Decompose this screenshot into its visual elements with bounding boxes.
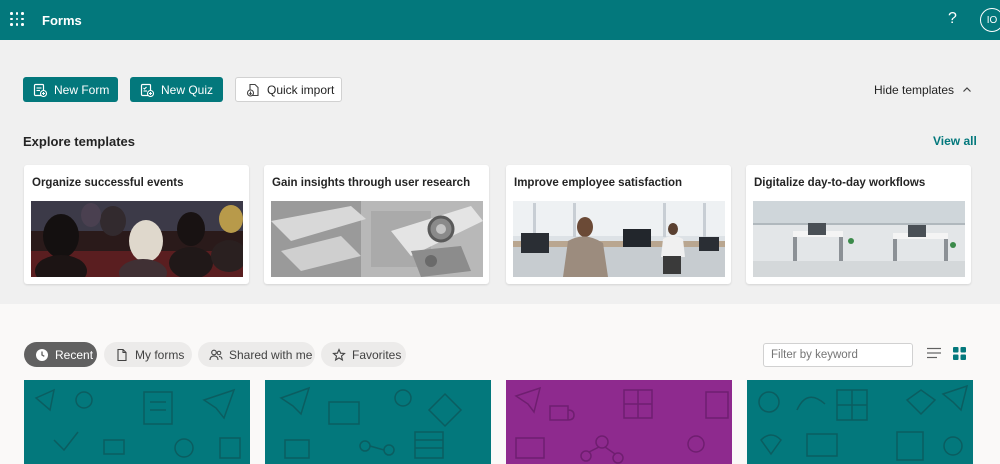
import-icon — [246, 83, 259, 97]
quick-import-button[interactable]: Quick import — [235, 77, 342, 102]
template-card-title: Gain insights through user research — [272, 177, 471, 189]
document-icon — [117, 348, 127, 361]
hide-templates-toggle[interactable]: Hide templates — [874, 83, 972, 97]
machine-parts-photo — [271, 201, 483, 277]
tab-label: Shared with me — [229, 347, 313, 362]
tab-favorites[interactable]: Favorites — [321, 342, 406, 367]
help-icon[interactable]: ? — [948, 10, 957, 28]
new-quiz-button[interactable]: New Quiz — [130, 77, 223, 102]
template-card[interactable]: Organize successful events — [24, 165, 249, 284]
app-launcher-icon[interactable] — [10, 12, 24, 26]
tab-recent[interactable]: Recent — [24, 342, 97, 367]
clock-icon — [36, 348, 48, 361]
tab-label: Favorites — [352, 347, 402, 362]
audience-photo — [31, 201, 243, 277]
list-view-icon[interactable] — [927, 347, 941, 359]
explore-templates-heading: Explore templates — [23, 134, 135, 149]
tab-my-forms[interactable]: My forms — [104, 342, 192, 367]
template-card[interactable]: Improve employee satisfaction — [506, 165, 731, 284]
grid-view-icon[interactable] — [953, 347, 966, 360]
view-all-link[interactable]: View all — [933, 134, 977, 148]
office-interior-photo — [753, 201, 965, 277]
template-card[interactable]: Gain insights through user research — [264, 165, 489, 284]
template-card-title: Digitalize day-to-day workflows — [754, 177, 926, 189]
form-card[interactable] — [747, 380, 973, 464]
form-card[interactable] — [265, 380, 491, 464]
hide-templates-label: Hide templates — [874, 83, 955, 97]
new-form-label: New Form — [54, 82, 110, 97]
people-icon — [209, 349, 223, 360]
new-form-icon — [33, 83, 47, 97]
app-title[interactable]: Forms — [42, 13, 82, 28]
office-worker-photo — [513, 201, 725, 277]
quick-import-label: Quick import — [267, 82, 335, 97]
tab-shared-with-me[interactable]: Shared with me — [198, 342, 315, 367]
filter-input[interactable] — [763, 343, 913, 367]
template-card-title: Organize successful events — [32, 177, 184, 189]
form-card[interactable] — [506, 380, 732, 464]
new-form-button[interactable]: New Form — [23, 77, 118, 102]
template-card[interactable]: Digitalize day-to-day workflows — [746, 165, 971, 284]
tab-label: Recent — [55, 347, 94, 362]
chevron-up-icon — [963, 87, 971, 92]
star-icon — [332, 347, 346, 361]
new-quiz-label: New Quiz — [161, 82, 214, 97]
avatar[interactable]: IO — [980, 8, 1000, 32]
template-card-title: Improve employee satisfaction — [514, 177, 683, 189]
new-quiz-icon — [140, 83, 154, 97]
form-card[interactable] — [24, 380, 250, 464]
tab-label: My forms — [135, 347, 185, 362]
top-bar: Forms ? IO — [0, 0, 1000, 40]
